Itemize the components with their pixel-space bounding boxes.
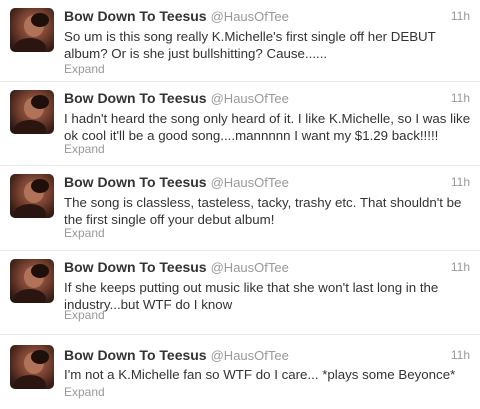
expand-link[interactable]: Expand <box>64 226 105 240</box>
expand-link[interactable]: Expand <box>64 142 105 156</box>
tweet[interactable]: Bow Down To Teesus @HausOfTee 11h So um i… <box>0 0 480 82</box>
profile-photo-icon <box>14 264 49 303</box>
avatar[interactable] <box>10 90 54 134</box>
display-name[interactable]: Bow Down To Teesus <box>64 174 207 190</box>
display-name[interactable]: Bow Down To Teesus <box>64 8 207 24</box>
tweet[interactable]: Bow Down To Teesus @HausOfTee 11h The son… <box>0 166 480 251</box>
display-name[interactable]: Bow Down To Teesus <box>64 90 207 106</box>
avatar[interactable] <box>10 345 54 389</box>
tweet-feed: Bow Down To Teesus @HausOfTee 11h So um i… <box>0 0 480 409</box>
timestamp[interactable]: 11h <box>451 9 470 23</box>
display-name[interactable]: Bow Down To Teesus <box>64 347 207 363</box>
user-handle[interactable]: @HausOfTee <box>211 91 289 106</box>
avatar[interactable] <box>10 8 54 52</box>
profile-photo-icon <box>14 13 49 52</box>
user-handle[interactable]: @HausOfTee <box>211 260 289 275</box>
timestamp[interactable]: 11h <box>451 348 470 362</box>
tweet[interactable]: Bow Down To Teesus @HausOfTee 11h If she … <box>0 251 480 335</box>
expand-link[interactable]: Expand <box>64 308 105 322</box>
expand-link[interactable]: Expand <box>64 385 105 399</box>
expand-link[interactable]: Expand <box>64 62 105 76</box>
avatar[interactable] <box>10 259 54 303</box>
tweet-text: So um is this song really K.Michelle's f… <box>64 29 436 61</box>
tweet-text: I'm not a K.Michelle fan so WTF do I car… <box>64 367 456 382</box>
timestamp[interactable]: 11h <box>451 175 470 189</box>
timestamp[interactable]: 11h <box>451 91 470 105</box>
tweet-text: The song is classless, tasteless, tacky,… <box>64 195 462 227</box>
tweet-text: If she keeps putting out music like that… <box>64 280 439 312</box>
profile-photo-icon <box>14 179 49 218</box>
avatar[interactable] <box>10 174 54 218</box>
profile-photo-icon <box>14 95 49 134</box>
tweet-text: I hadn't heard the song only heard of it… <box>64 111 471 143</box>
tweet[interactable]: Bow Down To Teesus @HausOfTee 11h I'm not… <box>0 335 480 409</box>
user-handle[interactable]: @HausOfTee <box>211 348 289 363</box>
display-name[interactable]: Bow Down To Teesus <box>64 259 207 275</box>
user-handle[interactable]: @HausOfTee <box>211 9 289 24</box>
timestamp[interactable]: 11h <box>451 260 470 274</box>
tweet[interactable]: Bow Down To Teesus @HausOfTee 11h I hadn'… <box>0 82 480 166</box>
user-handle[interactable]: @HausOfTee <box>211 175 289 190</box>
profile-photo-icon <box>14 350 49 389</box>
